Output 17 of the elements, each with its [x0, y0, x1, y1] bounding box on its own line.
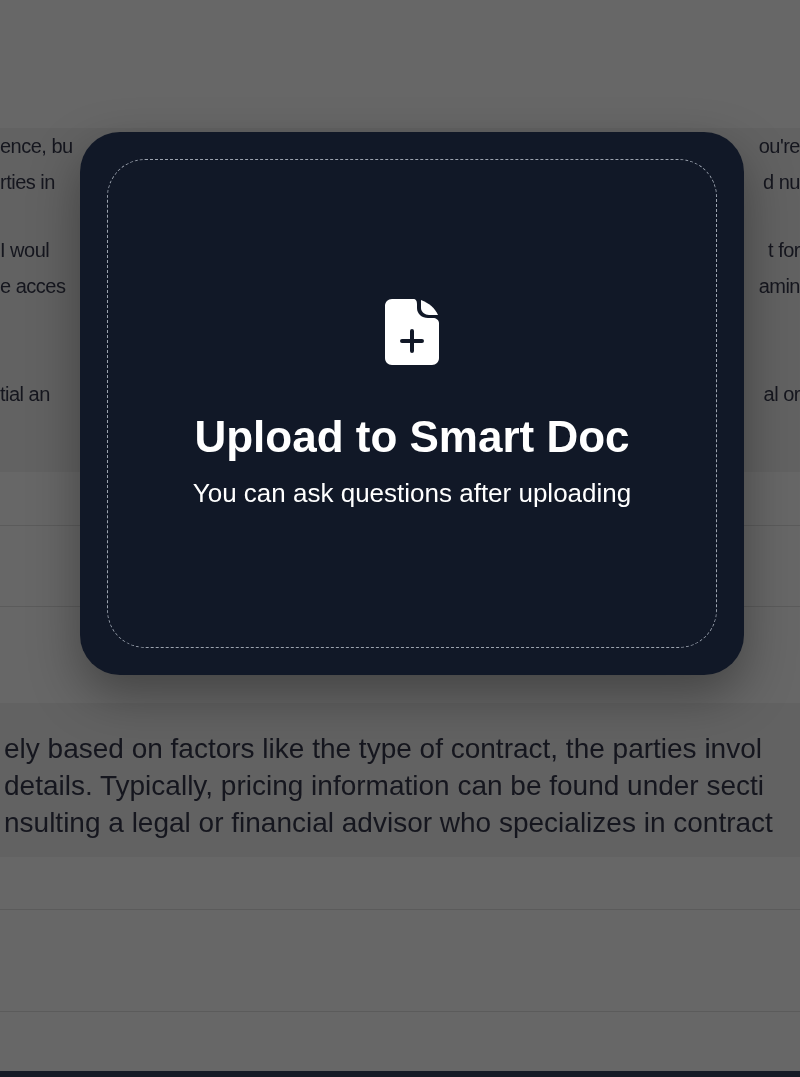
message-text: nsulting a legal or financial advisor who specializes in contract — [4, 806, 773, 840]
message-text: al or — [763, 382, 800, 407]
drop-zone[interactable]: Upload to Smart Doc You can ask questions after uploading — [107, 159, 717, 648]
message-text: amin — [758, 274, 800, 299]
message-text: t for — [768, 238, 800, 263]
message-text: tial an — [0, 382, 50, 407]
message-text: d nu — [763, 170, 800, 195]
message-text: e acces — [0, 274, 66, 299]
message-text: rties in — [0, 170, 55, 195]
message-text: ou're — [758, 134, 800, 159]
dialog-title: Upload to Smart Doc — [194, 410, 630, 463]
message-text: details. Typically, pricing information can be found under secti — [4, 769, 765, 803]
message-text: I woul — [0, 238, 50, 263]
message-text: ely based on factors like the type of contract, the parties invol — [4, 732, 762, 766]
file-plus-icon — [385, 298, 439, 365]
message-text: ence, bu — [0, 134, 73, 159]
dialog-subtitle: You can ask questions after uploading — [192, 476, 632, 509]
